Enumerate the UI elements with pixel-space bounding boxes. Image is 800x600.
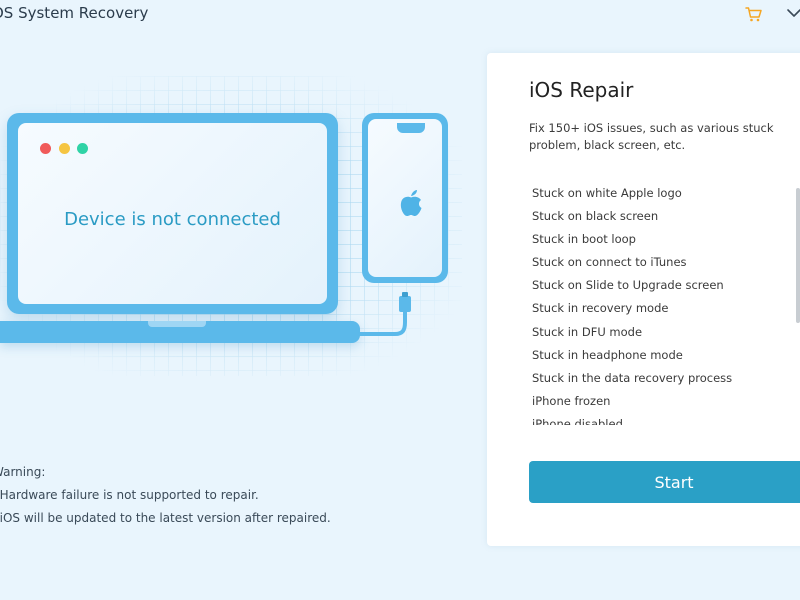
usb-cable (358, 292, 411, 336)
issue-item: Stuck in boot loop (532, 232, 636, 247)
issue-item: Stuck on connect to iTunes (532, 255, 687, 270)
device-status-text: Device is not connected (64, 209, 281, 230)
warning-block: Warning: . Hardware failure is not suppo… (0, 461, 331, 530)
warning-item: . Hardware failure is not supported to r… (0, 488, 259, 502)
start-button[interactable]: Start (529, 461, 800, 503)
issue-list: Stuck on white Apple logo Stuck on black… (527, 178, 800, 425)
warning-item: . iOS will be updated to the latest vers… (0, 511, 331, 525)
issue-item: iPhone disabled (532, 416, 623, 425)
app-title: OS System Recovery (0, 4, 149, 22)
laptop-illustration: Device is not connected (7, 113, 338, 314)
phone-screen (368, 119, 442, 277)
window-dot-yellow (59, 143, 70, 154)
issue-list-scrollbar[interactable] (796, 188, 800, 323)
apple-logo-icon (397, 187, 425, 219)
issue-item: Stuck on Slide to Upgrade screen (532, 278, 724, 293)
issue-item: Stuck on white Apple logo (532, 186, 682, 200)
panel-title: iOS Repair (529, 78, 634, 102)
laptop-notch (148, 321, 206, 327)
title-bar: OS System Recovery (0, 0, 800, 30)
window-dot-green (77, 143, 88, 154)
ios-repair-panel: iOS Repair Fix 150+ iOS issues, such as … (487, 53, 800, 546)
issue-item: Stuck in DFU mode (532, 324, 643, 339)
warning-heading: Warning: (0, 465, 46, 479)
laptop-screen: Device is not connected (18, 123, 327, 304)
phone-illustration (362, 113, 448, 283)
issue-item: iPhone frozen (532, 393, 611, 408)
issue-item: Stuck on black screen (532, 209, 659, 224)
issue-list-box[interactable]: Stuck on white Apple logo Stuck on black… (527, 178, 800, 425)
laptop-base (0, 321, 360, 343)
issue-item: Stuck in the data recovery process (532, 370, 733, 385)
phone-notch (397, 123, 425, 133)
panel-description: Fix 150+ iOS issues, such as various stu… (529, 121, 774, 152)
cart-icon[interactable] (745, 5, 763, 23)
issue-item: Stuck in recovery mode (532, 301, 669, 316)
chevron-down-icon[interactable] (786, 4, 800, 22)
window-dot-red (40, 143, 51, 154)
issue-item: Stuck in headphone mode (532, 347, 683, 362)
